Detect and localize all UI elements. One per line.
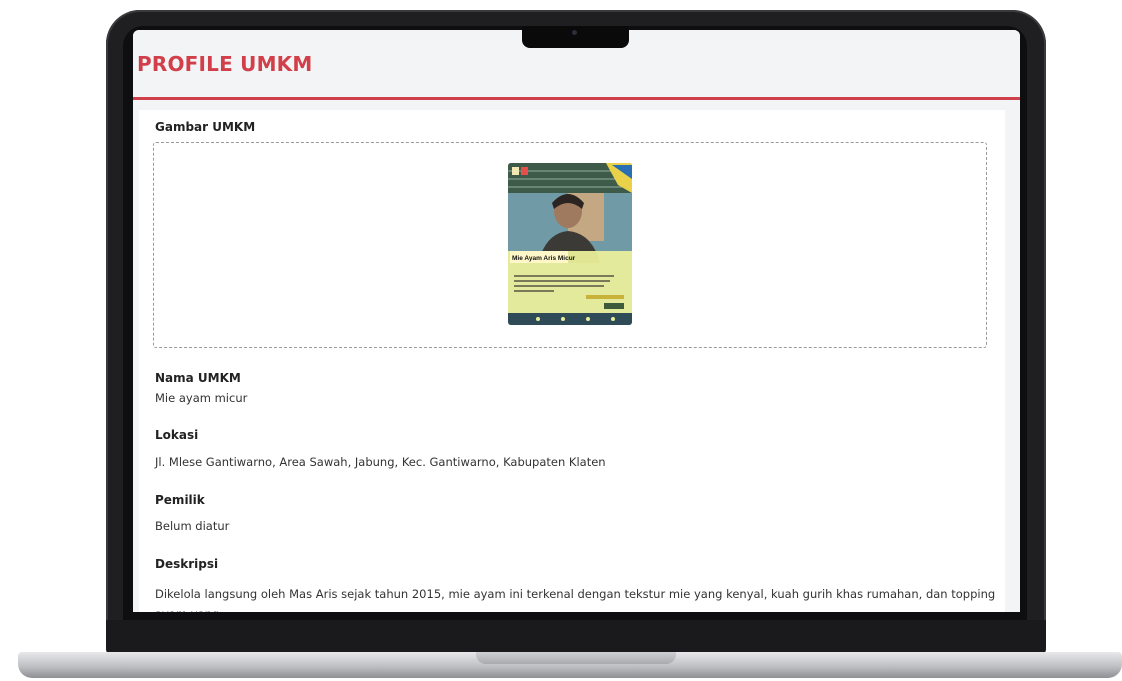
- deskripsi-value: Dikelola langsung oleh Mas Aris sejak ta…: [155, 587, 996, 612]
- lokasi-value: Jl. Mlese Gantiwarno, Area Sawah, Jabung…: [155, 455, 606, 469]
- deskripsi-label: Deskripsi: [155, 557, 219, 571]
- nama-umkm-value: Mie ayam micur: [155, 391, 248, 405]
- lokasi-label: Lokasi: [155, 428, 199, 442]
- page-title: PROFILE UMKM: [137, 51, 313, 76]
- laptop-base-lip: [476, 652, 676, 664]
- nama-umkm-label: Nama UMKM: [155, 371, 241, 385]
- camera-icon: [572, 30, 577, 35]
- camera-notch: [522, 26, 629, 48]
- image-dropzone[interactable]: Mie Ayam Aris Micur: [153, 142, 987, 348]
- gambar-label: Gambar UMKM: [155, 120, 256, 134]
- umkm-poster-image[interactable]: Mie Ayam Aris Micur: [508, 163, 632, 325]
- screen: PROFILE UMKM Gambar UMKM Mie Ayam Aris M…: [133, 30, 1020, 612]
- profile-card: Gambar UMKM Mie Ayam Aris Micur Nama UMK…: [139, 110, 1005, 612]
- poster-illustration: Mie Ayam Aris Micur: [508, 163, 632, 325]
- poster-title: Mie Ayam Aris Micur: [512, 255, 576, 262]
- pemilik-label: Pemilik: [155, 493, 205, 507]
- pemilik-value: Belum diatur: [155, 519, 230, 533]
